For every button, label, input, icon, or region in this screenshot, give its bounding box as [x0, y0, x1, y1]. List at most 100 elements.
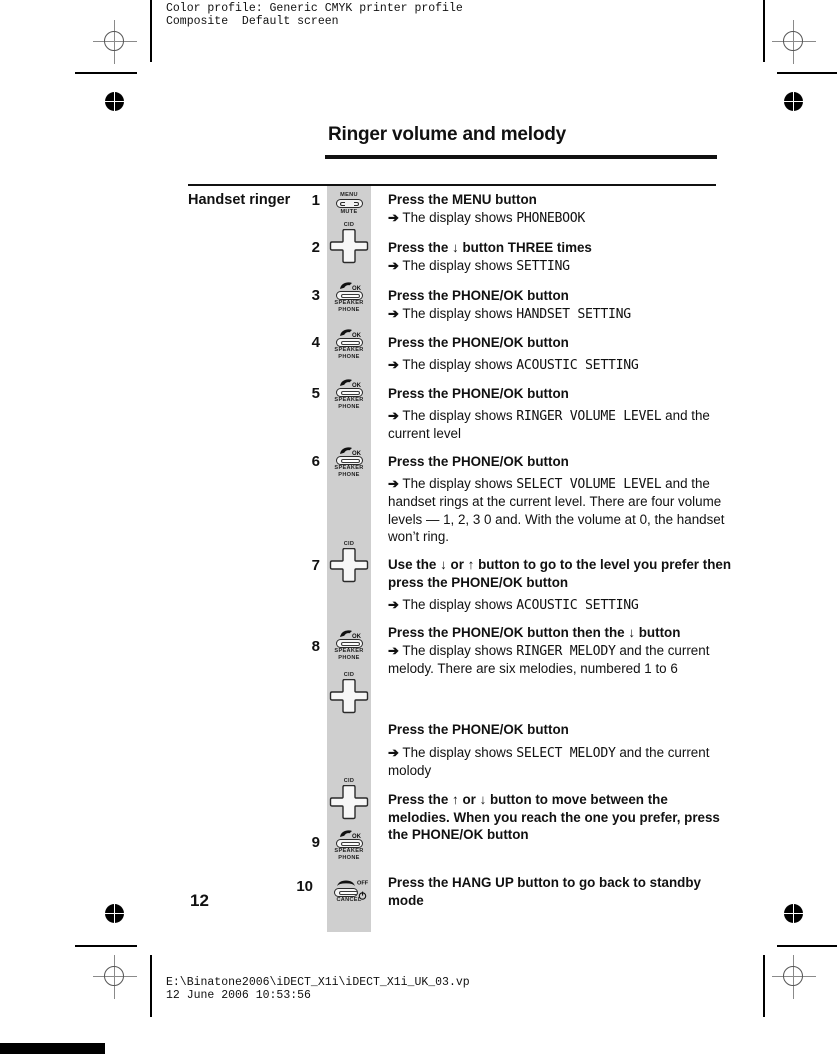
key-caption-phone: PHONE: [338, 654, 360, 661]
step-number: 8: [311, 638, 320, 655]
step-body: Press the MENU button ➔ The display show…: [388, 191, 736, 227]
key-caption-phone: PHONE: [338, 471, 360, 478]
lcd-display-text: RINGER MELODY: [516, 643, 616, 659]
step-instruction: Press the PHONE/OK button: [388, 386, 569, 401]
step-result: ➔ The display shows ACOUSTIC SETTING: [388, 597, 639, 614]
step-instruction: Press the MENU button: [388, 192, 537, 207]
step-instruction: Press the ↓ button THREE times: [388, 240, 592, 255]
icon-phone-ok-key: OK SPEAKER PHONE: [327, 376, 371, 410]
down-arrow-icon: ↓: [440, 557, 447, 572]
icon-dpad-cid-key: CID: [327, 222, 371, 265]
menu-key-shape: [335, 199, 363, 209]
phone-key-shape: [335, 290, 363, 300]
power-icon: [358, 887, 367, 900]
key-caption-speaker: SPEAKER: [334, 848, 364, 854]
step-body: Press the PHONE/OK button ➔ The display …: [388, 453, 740, 546]
handset-ok-glyph: OK: [327, 376, 371, 389]
step-instruction: Press the PHONE/OK button: [388, 335, 569, 350]
title-underline-rule: [325, 155, 717, 159]
result-arrow-icon: ➔: [388, 475, 399, 491]
phone-key-shape: [335, 838, 363, 848]
step-number: 10: [296, 878, 313, 895]
step-result: ➔ The display shows SELECT MELODY and th…: [388, 744, 710, 779]
lcd-display-text: HANDSET SETTING: [516, 306, 631, 322]
key-caption-cid: CID: [343, 222, 355, 228]
key-caption-phone: PHONE: [338, 306, 360, 313]
icon-dpad-cid-key: CID: [327, 541, 371, 584]
key-caption-cid: CID: [343, 778, 355, 784]
lcd-display-text: ACOUSTIC SETTING: [516, 598, 639, 614]
icon-menu-mute-key: MENU MUTE: [327, 192, 371, 215]
step-body: Press the PHONE/OK button ➔ The display …: [388, 334, 736, 374]
step-number: 6: [311, 453, 320, 470]
section-label-handset-ringer: Handset ringer: [188, 192, 291, 208]
key-caption-cid: CID: [343, 672, 355, 678]
icon-hangup-cancel-key: OFF CANCEL: [327, 876, 371, 904]
result-arrow-icon: ➔: [388, 597, 399, 613]
icon-phone-ok-key: OK SPEAKER PHONE: [327, 627, 371, 661]
lcd-display-text: ACOUSTIC SETTING: [516, 357, 639, 373]
step-result: ➔ The display shows ACOUSTIC SETTING: [388, 356, 639, 373]
step-body: Press the PHONE/OK button ➔ The display …: [388, 721, 736, 780]
icon-dpad-cid-key: CID: [327, 778, 371, 821]
step-instruction: Press the ↑ or ↓ button to move between …: [388, 792, 720, 843]
lcd-display-text: SELECT MELODY: [516, 745, 616, 761]
hangup-off-glyph: OFF: [327, 876, 371, 887]
result-arrow-icon: ➔: [388, 257, 399, 273]
step-body: Press the HANG UP button to go back to s…: [388, 874, 718, 909]
icon-phone-ok-key: OK SPEAKER PHONE: [327, 326, 371, 360]
step-instruction: Use the ↓ or ↑ button to go to the level…: [388, 557, 731, 590]
icon-dpad-cid-key: CID: [327, 672, 371, 715]
svg-text:OFF: OFF: [357, 880, 369, 886]
key-caption-speaker: SPEAKER: [334, 465, 364, 471]
step-result: ➔ The display shows SELECT VOLUME LEVEL …: [388, 475, 725, 545]
dpad-key-shape: [327, 228, 371, 265]
step-body: Press the PHONE/OK button then the ↓ but…: [388, 624, 738, 678]
phone-key-shape: [335, 387, 363, 397]
step-result: ➔ The display shows RINGER VOLUME LEVEL …: [388, 407, 710, 442]
step-body: Press the PHONE/OK button ➔ The display …: [388, 385, 736, 443]
handset-ok-glyph: OK: [327, 444, 371, 457]
cancel-key-shape: [334, 887, 358, 897]
step-instruction: Press the PHONE/OK button: [388, 288, 569, 303]
result-arrow-icon: ➔: [388, 209, 399, 225]
step-result: ➔ The display shows RINGER MELODY and th…: [388, 642, 710, 677]
phone-key-shape: [335, 638, 363, 648]
icon-phone-ok-key: OK SPEAKER PHONE: [327, 827, 371, 861]
result-arrow-icon: ➔: [388, 305, 399, 321]
result-arrow-icon: ➔: [388, 356, 399, 372]
step-instruction: Press the PHONE/OK button: [388, 454, 569, 469]
key-caption-menu: MENU: [340, 192, 358, 198]
step-body: Press the ↓ button THREE times ➔ The dis…: [388, 239, 736, 275]
phone-key-shape: [335, 337, 363, 347]
step-number: 9: [311, 834, 320, 851]
icon-phone-ok-key: OK SPEAKER PHONE: [327, 279, 371, 313]
handset-ok-glyph: OK: [327, 827, 371, 840]
step-body: Press the ↑ or ↓ button to move between …: [388, 791, 728, 844]
step-number: 2: [311, 239, 320, 256]
result-arrow-icon: ➔: [388, 744, 399, 760]
key-caption-speaker: SPEAKER: [334, 300, 364, 306]
dpad-key-shape: [327, 784, 371, 821]
step-instruction: Press the PHONE/OK button then the ↓ but…: [388, 625, 681, 640]
key-caption-phone: PHONE: [338, 353, 360, 360]
lcd-display-text: SELECT VOLUME LEVEL: [516, 476, 662, 492]
step-number: 1: [311, 192, 320, 209]
step-result: ➔ The display shows PHONEBOOK: [388, 209, 586, 226]
lcd-display-text: RINGER VOLUME LEVEL: [516, 408, 662, 424]
document-page: Color profile: Generic CMYK printer prof…: [0, 0, 837, 1054]
step-number: 5: [311, 385, 320, 402]
handset-ok-glyph: OK: [327, 326, 371, 339]
dpad-key-shape: [327, 678, 371, 715]
step-body: Press the PHONE/OK button ➔ The display …: [388, 287, 736, 323]
key-caption-mute: MUTE: [340, 208, 358, 215]
handset-ok-glyph: OK: [327, 627, 371, 640]
icon-phone-ok-key: OK SPEAKER PHONE: [327, 444, 371, 478]
step-number: 3: [311, 287, 320, 304]
key-caption-cid: CID: [343, 541, 355, 547]
dpad-key-shape: [327, 547, 371, 584]
key-caption-phone: PHONE: [338, 854, 360, 861]
phone-key-shape: [335, 455, 363, 465]
procedure-table-top-rule: [188, 184, 716, 186]
step-number: 7: [311, 557, 320, 574]
